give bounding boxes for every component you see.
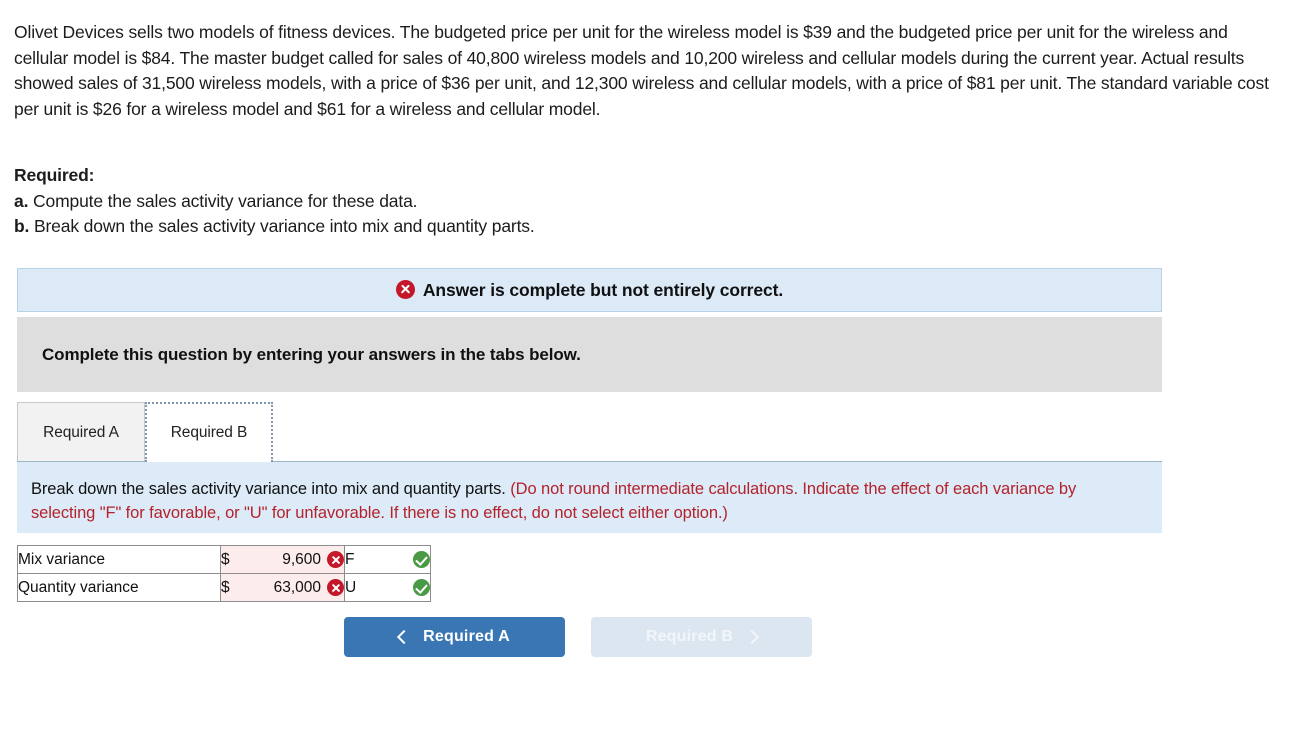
next-required-b-button: Required B — [591, 617, 812, 657]
prev-required-a-button[interactable]: Required A — [344, 617, 565, 657]
chevron-right-icon — [745, 629, 760, 645]
requirement-a-letter: a. — [14, 190, 29, 211]
row-label-mix-variance: Mix variance — [17, 545, 221, 574]
sub-instruction-panel: Break down the sales activity variance i… — [17, 461, 1162, 533]
currency-symbol: $ — [221, 550, 230, 568]
requirement-a-text: Compute the sales activity variance for … — [33, 190, 418, 211]
instruction-bar: Complete this question by entering your … — [17, 317, 1162, 392]
chevron-left-icon — [397, 629, 412, 645]
sub-instruction-text: Break down the sales activity variance i… — [31, 477, 1144, 525]
answer-status-banner: Answer is complete but not entirely corr… — [17, 268, 1162, 312]
tab-required-b-label: Required B — [170, 424, 248, 441]
wrong-icon — [327, 551, 344, 568]
tab-required-a-label: Required A — [43, 423, 119, 441]
answer-status-label: Answer is complete but not entirely corr… — [422, 279, 784, 300]
tab-required-a[interactable]: Required A — [17, 402, 145, 462]
currency-symbol: $ — [221, 578, 230, 596]
tab-strip: Required A Required B — [17, 401, 1162, 462]
effect-value-quantity-variance: U — [345, 578, 357, 596]
effect-cell-mix-variance[interactable]: F — [344, 545, 431, 574]
table-row: Mix variance $ 9,600 F — [17, 545, 431, 574]
next-button-label: Required B — [645, 628, 734, 645]
tab-required-b[interactable]: Required B — [145, 402, 273, 462]
amount-cell-quantity-variance[interactable]: $ 63,000 — [220, 573, 345, 602]
x-circle-icon — [395, 279, 415, 299]
requirement-a: a. Compute the sales activity variance f… — [14, 189, 1114, 215]
amount-value-quantity-variance: 63,000 — [273, 578, 321, 596]
answer-table: Mix variance $ 9,600 F Quantity variance… — [17, 545, 431, 602]
effect-cell-quantity-variance[interactable]: U — [344, 573, 431, 602]
wrong-icon — [327, 579, 344, 596]
prev-button-label: Required A — [423, 628, 510, 645]
correct-icon — [413, 579, 430, 596]
row-label-quantity-variance: Quantity variance — [17, 573, 221, 602]
requirement-b-letter: b. — [14, 216, 30, 236]
effect-value-mix-variance: F — [345, 550, 355, 568]
table-row: Quantity variance $ 63,000 U — [17, 573, 431, 602]
answer-status-text: Answer is complete but not entirely corr… — [395, 279, 784, 301]
amount-value-mix-variance: 9,600 — [282, 550, 321, 568]
instruction-text: Complete this question by entering your … — [42, 344, 581, 364]
correct-icon — [413, 551, 430, 568]
required-heading: Required: — [14, 165, 95, 185]
sub-instruction-main: Break down the sales activity variance i… — [31, 480, 511, 498]
requirement-b: b. Break down the sales activity varianc… — [14, 214, 1114, 240]
problem-statement: Olivet Devices sells two models of fitne… — [14, 22, 1269, 119]
required-block: Required: a. Compute the sales activity … — [14, 163, 1114, 240]
requirement-b-text: Break down the sales activity variance i… — [33, 216, 535, 236]
navigation-buttons: Required A Required B — [344, 617, 812, 657]
amount-cell-mix-variance[interactable]: $ 9,600 — [220, 545, 345, 574]
